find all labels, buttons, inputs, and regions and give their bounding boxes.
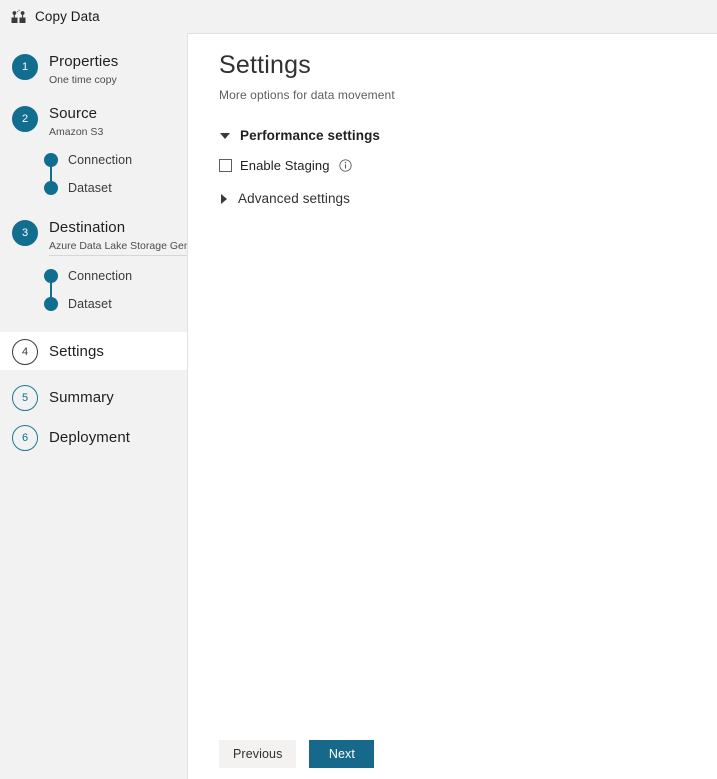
step-number-badge: 2 xyxy=(12,106,38,132)
sidebar-substep-destination-dataset[interactable]: Dataset xyxy=(44,290,187,318)
sidebar-substep-source-dataset[interactable]: Dataset xyxy=(44,174,187,202)
substep-label: Connection xyxy=(68,269,133,283)
triangle-down-icon xyxy=(220,132,230,139)
substep-dot-icon xyxy=(44,153,58,167)
page-subtitle: More options for data movement xyxy=(219,88,395,102)
sidebar-substep-destination-connection[interactable]: Connection xyxy=(44,262,187,290)
next-button[interactable]: Next xyxy=(309,740,375,768)
info-circle-icon[interactable] xyxy=(338,159,352,172)
step-label: Destination xyxy=(49,219,126,236)
substep-label: Dataset xyxy=(68,297,112,311)
triangle-right-icon xyxy=(221,193,227,204)
step-number-badge: 4 xyxy=(12,338,38,365)
substep-group-source: Connection Dataset xyxy=(0,146,187,202)
substep-dot-icon xyxy=(44,181,58,195)
step-sublabel: One time copy xyxy=(49,74,117,86)
section-label: Performance settings xyxy=(240,128,381,143)
step-number-badge: 3 xyxy=(12,220,38,246)
sidebar-item-summary[interactable]: 5 Summary xyxy=(0,384,187,411)
step-number-badge: 5 xyxy=(12,385,38,411)
substep-dot-icon xyxy=(44,297,58,311)
sidebar-substep-source-connection[interactable]: Connection xyxy=(44,146,187,174)
substep-group-destination: Connection Dataset xyxy=(0,262,187,318)
sidebar-item-properties[interactable]: 1 Properties One time copy xyxy=(0,53,187,86)
advanced-settings-header[interactable]: Advanced settings xyxy=(219,191,717,206)
sidebar-item-deployment[interactable]: 6 Deployment xyxy=(0,424,187,451)
copy-data-icon xyxy=(11,9,26,23)
step-label: Settings xyxy=(49,342,104,360)
enable-staging-row[interactable]: Enable Staging xyxy=(188,158,717,173)
step-number-badge: 6 xyxy=(12,425,38,451)
sidebar-item-destination[interactable]: 3 Destination Azure Data Lake Storage Ge… xyxy=(0,219,187,256)
step-label: Properties xyxy=(49,53,119,70)
window-title-bar: Copy Data xyxy=(0,0,717,33)
step-label: Source xyxy=(49,105,98,122)
advanced-settings-section: Advanced settings xyxy=(188,191,717,206)
wizard-step-sidebar: 1 Properties One time copy 2 Source Amaz… xyxy=(0,33,187,779)
wizard-footer: Previous Next xyxy=(219,740,375,768)
step-sublabel: Amazon S3 xyxy=(49,126,104,138)
substep-dot-icon xyxy=(44,269,58,283)
performance-settings-section: Performance settings xyxy=(188,128,717,143)
sidebar-item-settings[interactable]: 4 Settings xyxy=(0,332,187,370)
settings-content-panel: Settings More options for data movement … xyxy=(187,33,717,779)
step-number-badge: 1 xyxy=(12,54,38,80)
step-label: Summary xyxy=(49,389,114,406)
sidebar-item-source[interactable]: 2 Source Amazon S3 xyxy=(0,105,187,138)
section-label: Advanced settings xyxy=(238,191,351,206)
window-title: Copy Data xyxy=(35,9,100,24)
step-sublabel: Azure Data Lake Storage Gen1 xyxy=(49,240,187,256)
enable-staging-checkbox[interactable] xyxy=(219,159,232,172)
substep-label: Dataset xyxy=(68,181,112,195)
substep-label: Connection xyxy=(68,153,133,167)
enable-staging-label: Enable Staging xyxy=(240,158,330,173)
page-title: Settings xyxy=(219,51,311,79)
performance-settings-header[interactable]: Performance settings xyxy=(219,128,717,143)
previous-button[interactable]: Previous xyxy=(219,740,297,768)
step-label: Deployment xyxy=(49,429,131,446)
